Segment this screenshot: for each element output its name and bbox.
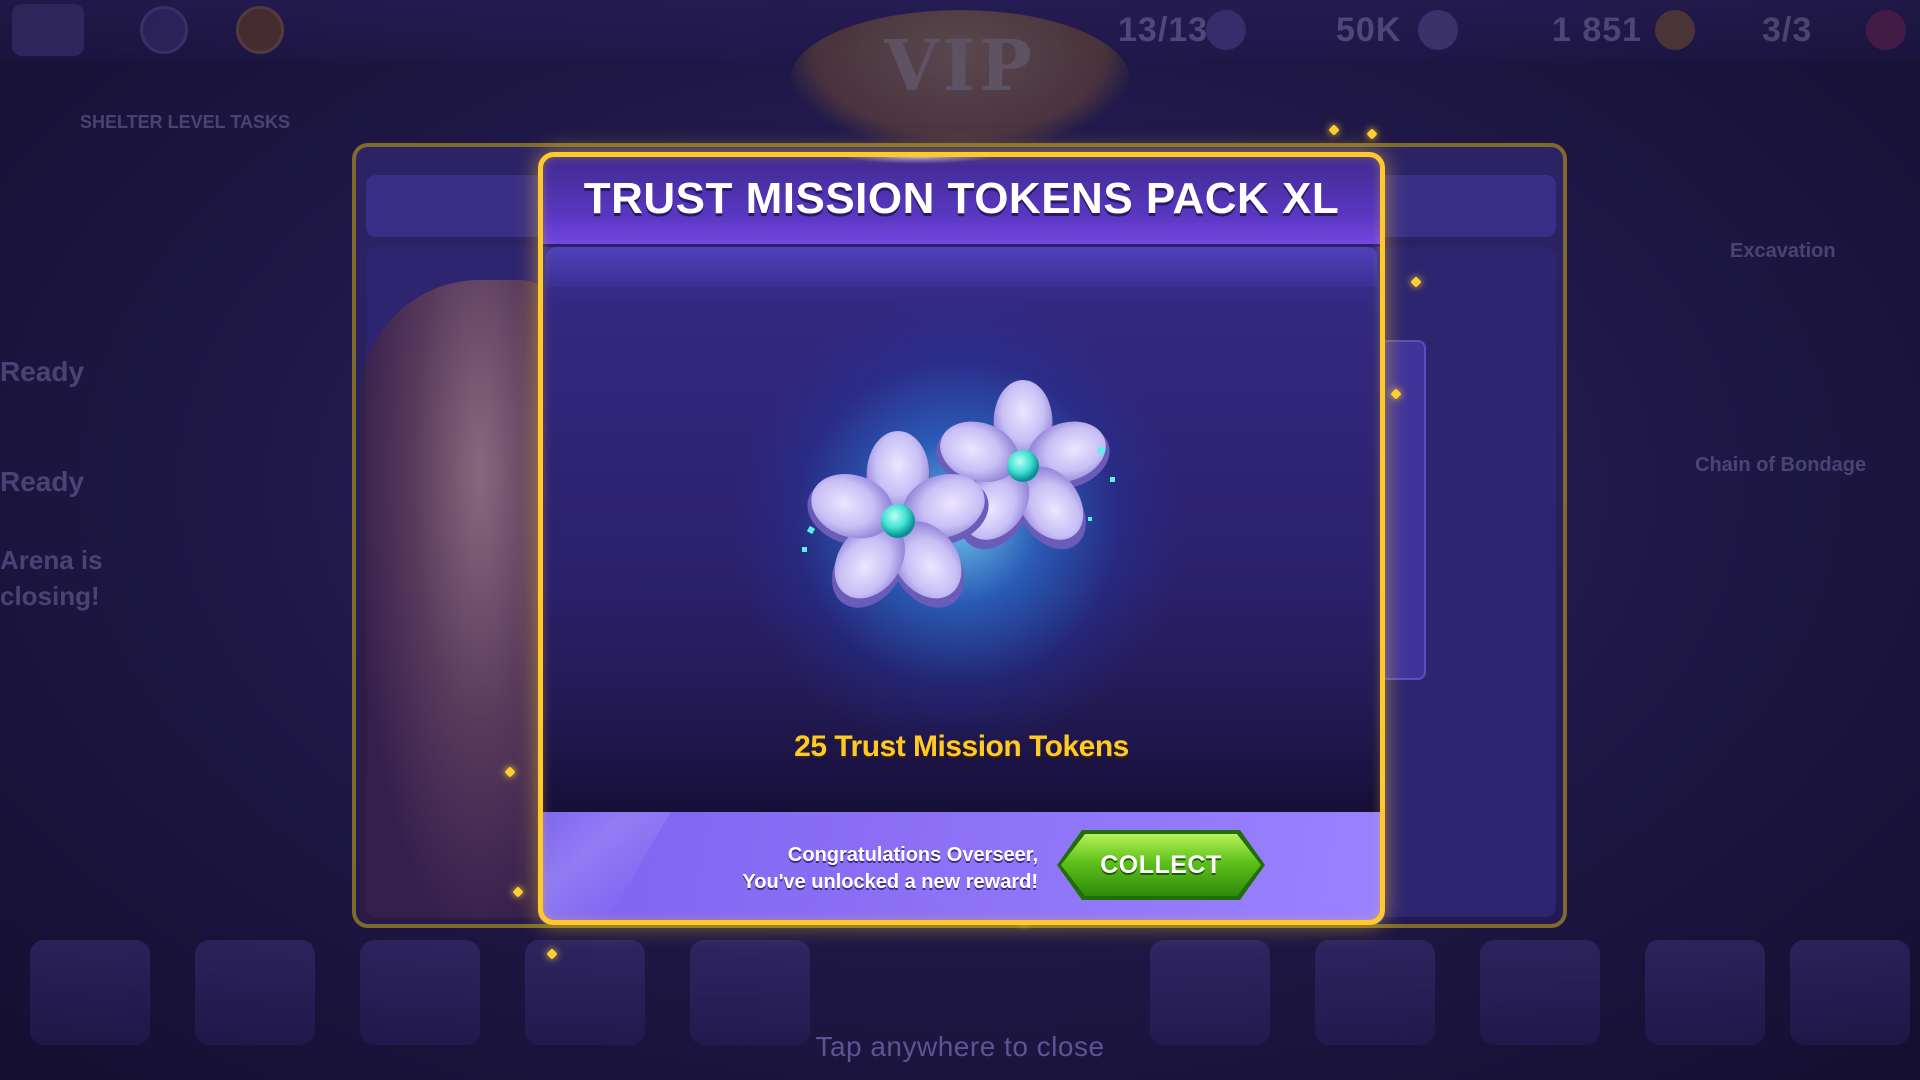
congrats-line-2: You've unlocked a new reward!	[742, 871, 1038, 893]
collect-button[interactable]: COLLECT	[1061, 834, 1261, 896]
congrats-message: Congratulations Overseer, You've unlocke…	[698, 842, 1038, 896]
nav-tile-icon	[1150, 940, 1270, 1045]
modal-footer: Congratulations Overseer, You've unlocke…	[538, 812, 1385, 925]
level-badge-icon	[140, 6, 188, 54]
nav-tile-icon	[525, 940, 645, 1045]
rank-badge-icon	[236, 6, 284, 54]
cash-icon	[1418, 10, 1458, 50]
footer-shine	[538, 812, 671, 925]
resource-energy: 13/13	[1118, 11, 1209, 49]
character-portrait	[360, 280, 560, 920]
resource-gold: 1 851	[1552, 11, 1643, 49]
gold-icon	[1655, 10, 1695, 50]
resource-cash: 50K	[1336, 11, 1402, 49]
game-screen[interactable]: 13/13 50K 1 851 3/3 VIP SHELTER LEVEL TA…	[0, 0, 1920, 1080]
reward-amount-label: 25 Trust Mission Tokens	[794, 730, 1129, 763]
nav-tile-icon	[1645, 940, 1765, 1045]
key-icon	[1866, 10, 1906, 50]
left-item-2: Ready	[0, 466, 85, 497]
shelter-tasks-heading: SHELTER LEVEL TASKS	[80, 112, 291, 132]
player-avatar	[12, 4, 84, 56]
left-item-3: Arena is closing!	[0, 545, 103, 611]
modal-header: TRUST MISSION TOKENS PACK XL	[538, 152, 1385, 244]
left-item-1: Ready	[0, 356, 85, 387]
nav-tile-icon	[195, 940, 315, 1045]
nav-tile-icon	[30, 940, 150, 1045]
flower-token-icon	[788, 377, 1138, 637]
nav-tile-icon	[360, 940, 480, 1045]
vip-label: VIP	[884, 24, 1036, 107]
modal-title: TRUST MISSION TOKENS PACK XL	[583, 174, 1340, 223]
nav-tile-icon	[1315, 940, 1435, 1045]
nav-tile-icon	[1790, 940, 1910, 1045]
tap-to-close-hint: Tap anywhere to close	[815, 1031, 1105, 1062]
congrats-line-1: Congratulations Overseer,	[787, 844, 1038, 866]
modal-body	[538, 247, 1385, 812]
vip-crest-icon: VIP	[790, 10, 1130, 150]
nav-tile-icon	[1480, 940, 1600, 1045]
resource-keys: 3/3	[1762, 11, 1813, 49]
energy-icon	[1206, 10, 1246, 50]
right-item-2: Chain of Bondage	[1695, 454, 1867, 476]
right-item-1: Excavation	[1730, 240, 1836, 262]
nav-tile-icon	[690, 940, 810, 1045]
header-glow	[838, 152, 998, 164]
background-side-panel	[1380, 340, 1426, 680]
body-top-strip	[546, 247, 1377, 287]
reward-modal: TRUST MISSION TOKENS PACK XL 25 Trust Mi…	[538, 152, 1385, 925]
